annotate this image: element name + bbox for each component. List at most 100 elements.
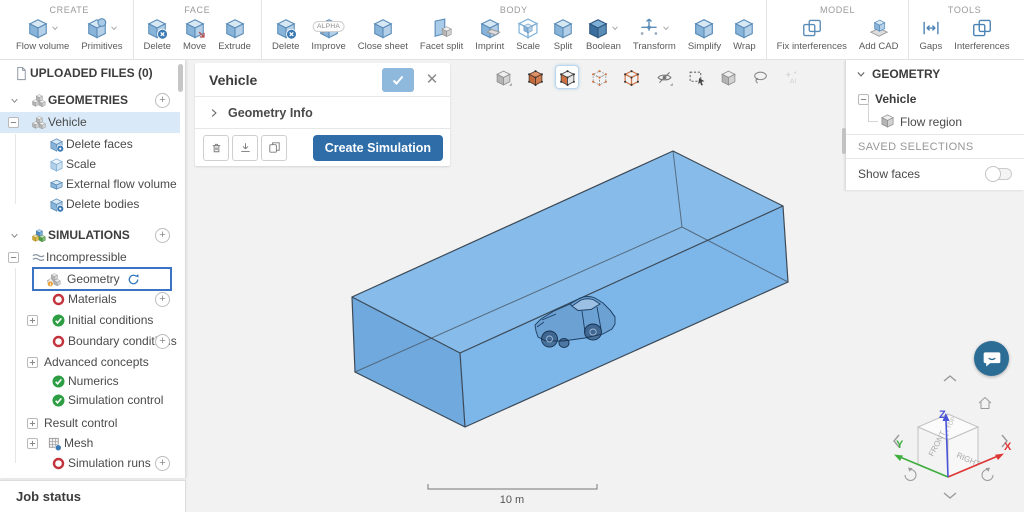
tree-item-simulation-control[interactable]: Simulation control [0, 390, 180, 411]
toolbar-button-primitives[interactable]: Primitives [75, 16, 128, 59]
interferences-icon [971, 17, 993, 39]
tree-item-mesh[interactable]: Mesh [0, 433, 180, 454]
imprint-icon [479, 17, 501, 39]
close-button[interactable]: ✕ [422, 70, 442, 90]
move-face-icon [184, 17, 206, 39]
toolbar-button-delete[interactable]: Delete [138, 16, 177, 59]
toolbar-button-imprint[interactable]: Imprint [469, 16, 510, 59]
chevron-down-icon[interactable] [10, 225, 19, 246]
y-axis-label: Y [896, 439, 904, 451]
dropdown-chevron-icon[interactable] [51, 21, 59, 35]
toolbar-section-label: FACE [138, 0, 257, 16]
toolbar-button-split[interactable]: Split [546, 16, 580, 59]
toolbar-button-interferences[interactable]: Interferences [948, 16, 1015, 59]
tree-item-simulations[interactable]: SIMULATIONS+ [0, 225, 180, 246]
tree-item-incompressible[interactable]: Incompressible [0, 247, 180, 268]
tree-item-delete-faces[interactable]: Delete faces [0, 134, 180, 155]
tree-item-label: Delete faces [66, 134, 133, 155]
expand-expander [27, 315, 38, 326]
toolbar-button-scale[interactable]: Scale [510, 16, 546, 59]
add-button[interactable]: + [155, 93, 170, 108]
tree-item-result-control[interactable]: Result control [0, 413, 180, 434]
dropdown-chevron-icon[interactable] [110, 21, 118, 35]
dropdown-chevron-icon[interactable] [662, 21, 670, 35]
toolbar-button-gaps[interactable]: Gaps [913, 16, 948, 59]
chevron-down-icon [662, 24, 670, 32]
volume-select-button[interactable] [523, 65, 547, 89]
nav-up-chevron[interactable] [944, 376, 956, 381]
tree-item-geometries[interactable]: GEOMETRIES+ [0, 90, 180, 111]
show-faces-label: Show faces [858, 167, 920, 181]
hide-icon [656, 69, 673, 86]
lasso-select-button[interactable] [749, 65, 773, 89]
toolbar-button-move[interactable]: Move [177, 16, 212, 59]
right-panel-scrollbar[interactable] [842, 128, 846, 154]
nav-down-chevron[interactable] [944, 493, 956, 498]
add-button[interactable]: + [155, 292, 170, 307]
flow-region-label[interactable]: Flow region [900, 115, 962, 129]
toolbar-button-facet-split[interactable]: Facet split [414, 16, 469, 59]
tree-item-uploaded-files-0-[interactable]: UPLOADED FILES (0) [0, 63, 180, 84]
add-button[interactable]: + [155, 456, 170, 471]
body-select-button[interactable] [491, 65, 515, 89]
tree-item-boundary-conditions[interactable]: Boundary conditions+ [0, 331, 180, 352]
rotate-ccw-icon[interactable] [905, 468, 916, 481]
face-select-button[interactable] [555, 65, 579, 89]
hide-button[interactable] [652, 65, 676, 89]
vertex-select-button[interactable] [588, 65, 612, 89]
home-icon[interactable] [979, 398, 991, 409]
tree-item-external-flow-volume[interactable]: External flow volume [0, 174, 180, 195]
tree-item-scale[interactable]: Scale [0, 154, 180, 175]
job-status-bar[interactable]: Job status [0, 480, 186, 512]
active-tree-item-outline[interactable]: !Geometry [32, 267, 172, 291]
toolbar-button-improve[interactable]: ImproveALPHA [305, 16, 351, 59]
delete-button[interactable] [203, 135, 229, 161]
show-faces-toggle[interactable] [986, 168, 1012, 180]
toolbar-section-model: MODELFix interferencesAdd CAD [767, 0, 910, 59]
navigation-cube[interactable]: FRONT RIGHT TOP Y X Z [878, 372, 1020, 510]
simplify-icon [693, 17, 715, 39]
tree-item-numerics[interactable]: Numerics [0, 371, 180, 392]
geometry-panel: GEOMETRY Vehicle Flow region SAVED SELEC… [845, 60, 1024, 190]
geometry-info-row[interactable]: Geometry Info [195, 96, 450, 128]
chevron-down-icon[interactable] [10, 90, 19, 111]
chat-support-button[interactable] [974, 341, 1009, 376]
toolbar-button-fix-interferences[interactable]: Fix interferences [771, 16, 853, 59]
tree-item-initial-conditions[interactable]: Initial conditions [0, 310, 180, 331]
tree-item-delete-bodies[interactable]: Delete bodies [0, 194, 180, 215]
edge-select-button[interactable] [620, 65, 644, 89]
close-sheet-icon [372, 17, 394, 39]
dropdown-chevron-icon[interactable] [611, 21, 619, 35]
toolbar-button-boolean[interactable]: Boolean [580, 16, 627, 59]
tree-item-advanced-concepts[interactable]: Advanced concepts [0, 352, 180, 373]
toolbar-button-close-sheet[interactable]: Close sheet [352, 16, 414, 59]
toolbar-section-face: FACEDeleteMoveExtrude [134, 0, 262, 59]
toolbar-button-extrude[interactable]: Extrude [212, 16, 257, 59]
toolbar-button-delete[interactable]: Delete [266, 16, 305, 59]
vehicle-node-label[interactable]: Vehicle [875, 92, 916, 106]
refresh-icon[interactable] [127, 273, 140, 286]
sidebar-scrollbar[interactable] [178, 64, 183, 92]
tree-connector [868, 102, 878, 122]
tree-item-geometry[interactable]: !Geometry [0, 269, 180, 290]
add-button[interactable]: + [155, 334, 170, 349]
confirm-button[interactable] [382, 68, 414, 92]
create-simulation-button[interactable]: Create Simulation [313, 135, 443, 161]
toolbar-button-transform[interactable]: Transform [627, 16, 682, 59]
tree-item-vehicle[interactable]: Vehicle [0, 112, 180, 133]
check-green-icon [51, 393, 66, 408]
box-select-button[interactable] [684, 65, 708, 89]
copy-button[interactable] [261, 135, 287, 161]
toolbar-button-simplify[interactable]: Simplify [682, 16, 727, 59]
delete-face-icon [146, 17, 168, 39]
tree-item-simulation-runs[interactable]: Simulation runs+ [0, 453, 180, 474]
tree-item-materials[interactable]: Materials+ [0, 289, 180, 310]
toolbar-button-wrap[interactable]: Wrap [727, 16, 762, 59]
toolbar-button-add-cad[interactable]: Add CAD [853, 16, 905, 59]
chevron-down-icon[interactable] [856, 69, 866, 79]
toolbar-button-flow-volume[interactable]: Flow volume [10, 16, 75, 59]
rotate-cw-icon[interactable] [982, 468, 993, 481]
isolate-button[interactable] [716, 65, 740, 89]
download-button[interactable] [232, 135, 258, 161]
add-button[interactable]: + [155, 228, 170, 243]
